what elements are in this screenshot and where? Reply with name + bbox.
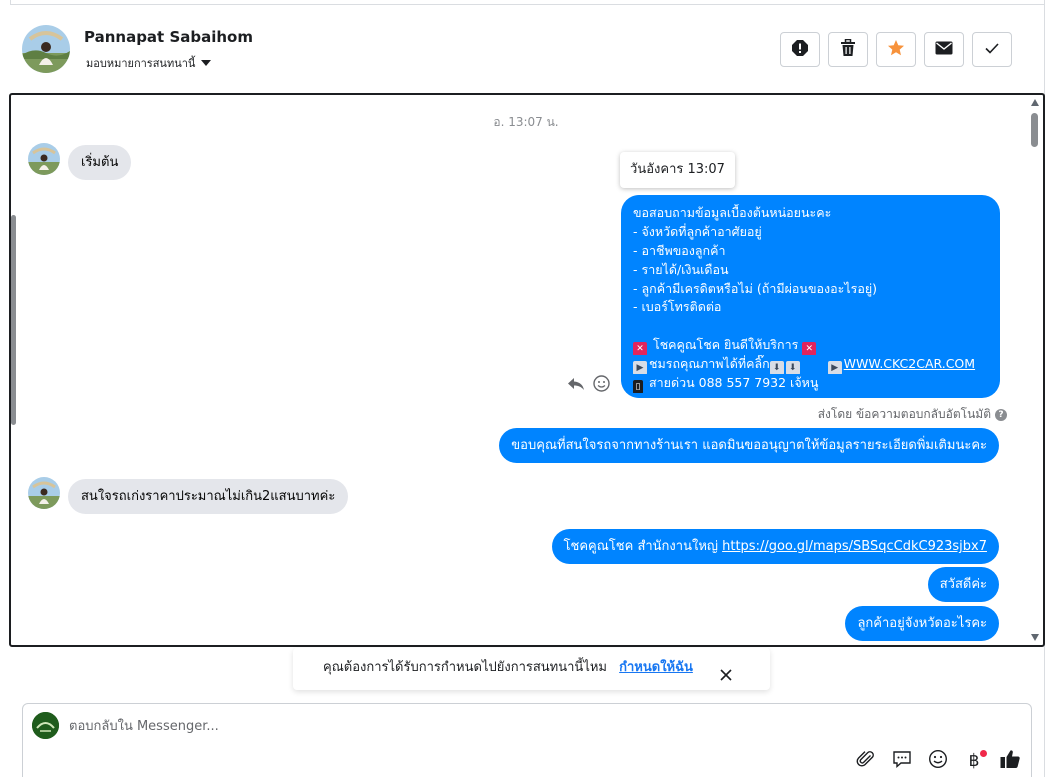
thread-scrollbar[interactable] [1028, 95, 1042, 645]
mark-done-button[interactable] [972, 32, 1012, 67]
outgoing-message[interactable]: ลูกค้าอยู่จังหวัดอะไรคะ [845, 606, 999, 641]
contact-name[interactable]: Pannapat Sabaihom [84, 28, 253, 46]
incoming-message[interactable]: เริ่มต้น [68, 145, 132, 180]
thread-timestamp: อ. 13:07 น. [493, 115, 559, 129]
cta-line: ▶ ชมรถคุณภาพได้ที่คลิ๊ก ⬇ ⬇ ▶ WWW.CKC2CAR.CO… [633, 355, 988, 375]
promo-text: โชคคูณโชค ยินดีให้บริการ [652, 337, 799, 353]
auto-reply-line: - จังหวัดที่ลูกค้าอาศัยอยู่ [633, 223, 762, 239]
payment-button[interactable]: ฿ [963, 750, 987, 772]
assign-to-me-link[interactable]: กำหนดให้ฉัน [619, 660, 693, 675]
down-arrow-icon: ⬇ [785, 361, 800, 375]
assign-label: มอบหมายการสนทนานี้ [86, 57, 196, 70]
office-prefix: โชคคูณโชค สำนักงานใหญ่ [563, 539, 718, 554]
promo-line: ✕ โชคคูณโชค ยินดีให้บริการ ✕ [633, 336, 988, 356]
auto-reply-line: - ลูกค้ามีเครดิตหรือไม่ (ถ้ามีผ่อนของอะไ… [633, 280, 878, 296]
baht-icon: ฿ [968, 751, 980, 771]
website-link[interactable]: WWW.CKC2CAR.COM [844, 356, 975, 371]
auto-reply-message[interactable]: ขอสอบถามข้อมูลเบื้องต้นหน่อยนะคะ - จังหว… [621, 195, 1000, 398]
sparkle-icon: ✕ [633, 342, 647, 356]
paperclip-icon [856, 749, 876, 773]
scroll-up-arrow-icon[interactable] [1031, 99, 1039, 106]
reply-icon[interactable] [567, 376, 585, 396]
contact-avatar[interactable] [22, 25, 70, 73]
check-icon [984, 40, 1000, 59]
envelope-icon [935, 40, 953, 59]
assign-dropdown[interactable]: มอบหมายการสนทนานี้ [86, 54, 212, 72]
phone-icon: ▯ [633, 380, 643, 393]
assign-notice: คุณต้องการได้รับการกำหนดไปยังการสนทนานี้… [293, 648, 770, 690]
mark-unread-button[interactable] [924, 32, 964, 67]
star-icon [887, 39, 905, 61]
hotline-line: ▯ สายด่วน 088 557 7932 เจ้หนู [633, 374, 988, 393]
down-arrow-icon: ⬇ [769, 361, 784, 375]
message-thread[interactable]: อ. 13:07 น. เริ่มต้น วันอังคาร 13:07 ขอส… [9, 93, 1045, 647]
thumbs-up-icon [999, 748, 1021, 774]
notification-dot [980, 750, 987, 757]
delete-button[interactable] [828, 32, 868, 67]
chevron-down-icon [201, 60, 212, 66]
play-icon: ▶ [827, 361, 842, 375]
auto-reply-line: - เบอร์โทรติดต่อ [633, 299, 722, 315]
saved-replies-button[interactable] [891, 750, 913, 772]
emoji-icon [928, 749, 948, 773]
emoji-button[interactable] [927, 749, 949, 773]
composer-toolbar: ฿ [855, 749, 1021, 773]
outgoing-message[interactable]: สวัสดีค่ะ [927, 567, 999, 602]
cta-text: ชมรถคุณภาพได้ที่คลิ๊ก [649, 356, 770, 372]
like-button[interactable] [999, 750, 1021, 772]
auto-reply-line: ขอสอบถามข้อมูลเบื้องต้นหน่อยนะคะ [633, 205, 832, 220]
close-icon[interactable] [718, 660, 734, 681]
play-icon: ▶ [633, 361, 647, 375]
maps-link[interactable]: https://goo.gl/maps/SBSqcCdkC923sjbx7 [722, 539, 987, 554]
reply-input[interactable] [69, 716, 769, 736]
message-composer: ฿ [22, 703, 1032, 777]
avatar[interactable] [28, 143, 60, 175]
hotline-text: สายด่วน 088 557 7932 เจ้หนู [648, 375, 819, 391]
spam-icon [791, 39, 809, 61]
assign-notice-text: คุณต้องการได้รับการกำหนดไปยังการสนทนานี้… [323, 660, 607, 675]
top-frame [10, 0, 1045, 5]
header-actions [780, 32, 1012, 67]
incoming-message[interactable]: สนใจรถเก่งราคาประมาณไม่เกิน2แสนบาทค่ะ [68, 479, 349, 514]
outgoing-message[interactable]: โชคคูณโชค สำนักงานใหญ่ https://goo.gl/ma… [551, 529, 999, 564]
emoji-reaction-icon[interactable] [593, 375, 610, 396]
page-avatar [32, 712, 59, 739]
auto-reply-attribution: ส่งโดย ข้อความตอบกลับอัตโนมัติ ? [818, 405, 1007, 424]
sparkle-icon: ✕ [802, 342, 817, 356]
avatar[interactable] [28, 477, 60, 509]
help-icon[interactable]: ? [995, 408, 1007, 421]
sent-by-label: ส่งโดย ข้อความตอบกลับอัตโนมัติ [817, 407, 991, 421]
scrollbar-thumb[interactable] [1031, 113, 1038, 147]
left-scroll-indicator [11, 215, 16, 425]
conversation-header: Pannapat Sabaihom มอบหมายการสนทนานี้ [10, 6, 1045, 92]
message-hover-tools [567, 375, 610, 396]
outgoing-message[interactable]: ขอบคุณที่สนใจรถจากทางร้านเรา แอดมินขออนุ… [499, 428, 999, 463]
auto-reply-line [633, 317, 988, 336]
star-button[interactable] [876, 32, 916, 67]
attach-button[interactable] [855, 750, 877, 772]
auto-reply-line: - อาชีพของลูกค้า [633, 242, 726, 258]
saved-reply-icon [892, 749, 912, 773]
scroll-down-arrow-icon[interactable] [1031, 634, 1039, 641]
auto-reply-line: - รายได้/เงินเดือน [633, 261, 729, 277]
mark-spam-button[interactable] [780, 32, 820, 67]
trash-icon [840, 38, 856, 61]
message-time-tooltip: วันอังคาร 13:07 [620, 152, 735, 188]
